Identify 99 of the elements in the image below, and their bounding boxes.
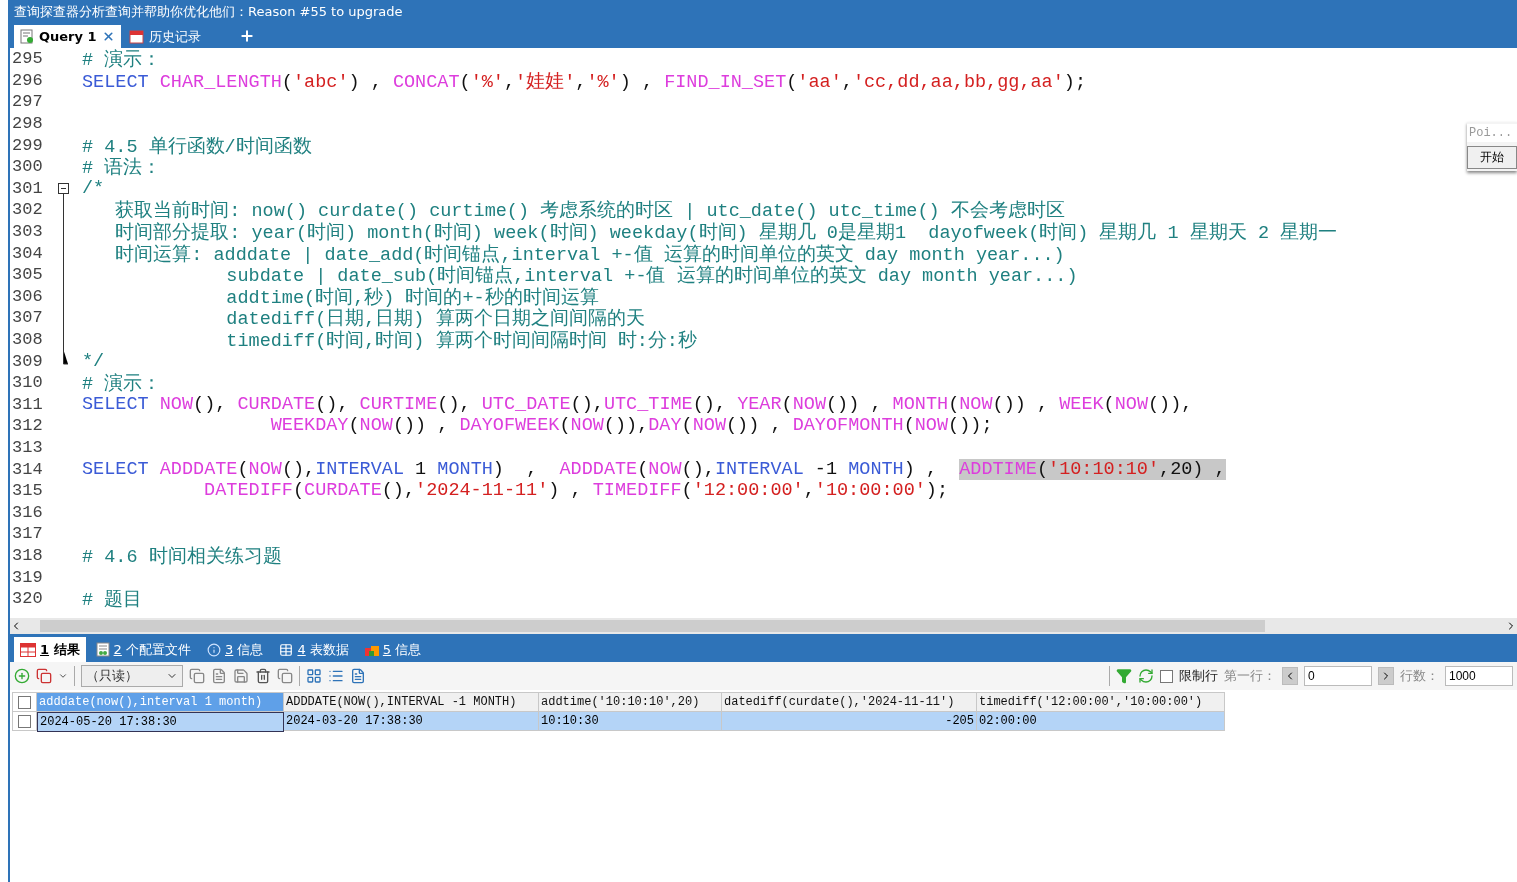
line-number: 305 bbox=[11, 265, 44, 285]
grid-view-icon bbox=[306, 668, 322, 684]
line-number: 318 bbox=[11, 545, 44, 565]
code-line: WEEKDAY(NOW()) , DAYOFWEEK(NOW()),DAY(NOW()) , DAYOFMONTH(NOW()); bbox=[269, 415, 993, 437]
caret-icon[interactable] bbox=[58, 671, 68, 681]
code-line: # 4.5 单行函数/时间函数 bbox=[82, 135, 312, 158]
rows-field[interactable]: 1000 bbox=[1445, 666, 1513, 686]
line-number: 315 bbox=[11, 481, 44, 501]
result-tab[interactable]: 5 信息 bbox=[358, 637, 428, 662]
first-row-label: 第一行： bbox=[1224, 667, 1276, 685]
table-cell: 2024-05-20 17:38:30 bbox=[37, 712, 284, 732]
line-number: 320 bbox=[11, 589, 44, 609]
result-tab[interactable]: 3 信息 bbox=[201, 637, 270, 662]
result-tab[interactable]: 2 个配置文件 bbox=[89, 637, 197, 662]
line-number: 296 bbox=[11, 70, 44, 90]
line-number: 300 bbox=[11, 157, 44, 177]
line-number: 303 bbox=[11, 222, 44, 242]
line-number: 299 bbox=[11, 135, 44, 155]
row-checkbox[interactable] bbox=[18, 714, 31, 728]
table-icon bbox=[279, 642, 294, 657]
column-header[interactable]: datediff(curdate(),'2024-11-11') bbox=[722, 692, 977, 712]
code-line: /* bbox=[82, 177, 105, 199]
add-tab-icon[interactable] bbox=[238, 28, 255, 44]
line-number: 312 bbox=[11, 416, 44, 436]
delete-icon bbox=[255, 668, 271, 684]
editor-tab[interactable]: 历史记录 bbox=[122, 25, 207, 48]
code-line: addtime(时间,秒) 时间的+-秒的时间运算 bbox=[225, 286, 599, 309]
copy-icon bbox=[189, 668, 205, 684]
line-number: 307 bbox=[11, 308, 44, 328]
column-header[interactable]: ADDDATE(NOW(),INTERVAL -1 MONTH) bbox=[284, 692, 539, 712]
code-line: subdate | date_sub(时间锚点,interval +-值 运算的时间单位的英文 day month year...) bbox=[225, 264, 1078, 288]
copy-icon bbox=[36, 668, 52, 684]
code-line: # 演示： bbox=[82, 48, 162, 72]
line-number: 297 bbox=[11, 92, 44, 112]
code-line: # 4.6 时间相关练习题 bbox=[82, 545, 282, 568]
code-line: # 语法： bbox=[82, 156, 162, 180]
line-number: 316 bbox=[11, 502, 44, 522]
code-line: SELECT ADDDATE(NOW(),INTERVAL 1 MONTH) , ADDDATE(NOW(),INTERVAL -1 MONTH) , ADDTIME('10:10:10',20) , bbox=[82, 458, 1226, 480]
line-number: 319 bbox=[11, 567, 44, 587]
table-cell: 2024-03-20 17:38:30 bbox=[284, 712, 539, 731]
line-number: 317 bbox=[11, 524, 44, 544]
result-tab[interactable]: 1 结果 bbox=[14, 637, 86, 662]
first-row-field[interactable]: 0 bbox=[1304, 666, 1372, 686]
line-number: 306 bbox=[11, 286, 44, 306]
line-number: 301 bbox=[11, 178, 44, 198]
column-header[interactable]: addtime('10:10:10',20) bbox=[539, 692, 722, 712]
code-line: DATEDIFF(CURDATE(),'2024-11-11') , TIMEDIFF('12:00:00','10:00:00'); bbox=[203, 480, 949, 502]
code-line: # 演示： bbox=[82, 372, 162, 396]
window-title: 查询探查器分析查询并帮助你优化他们：Reason #55 to upgrade bbox=[14, 3, 403, 21]
line-number: 311 bbox=[11, 394, 44, 414]
line-number: 304 bbox=[11, 243, 44, 263]
code-line: timediff(时间,时间) 算两个时间间隔时间 时:分:秒 bbox=[225, 329, 697, 352]
form-view-icon bbox=[328, 668, 344, 684]
start-button[interactable]: 开始 bbox=[1467, 146, 1517, 169]
line-number: 302 bbox=[11, 200, 44, 220]
code-line: SELECT NOW(), CURDATE(), CURTIME(), UTC_DATE(),UTC_TIME(), YEAR(NOW()) , MONTH(NOW()) , WEEK(NOW()), bbox=[82, 393, 1193, 415]
text-view-icon bbox=[350, 668, 366, 684]
limit-rows-label: 限制行 bbox=[1179, 667, 1218, 685]
document-icon bbox=[211, 668, 227, 684]
table-cell: 10:10:30 bbox=[539, 712, 722, 731]
horizontal-scrollbar[interactable] bbox=[10, 618, 1517, 634]
code-line: 时间运算: adddate | date_add(时间锚点,interval +-值 运算的时间单位的英文 day month year...) bbox=[114, 243, 1065, 266]
select-all-checkbox[interactable] bbox=[18, 695, 31, 709]
line-number: 314 bbox=[11, 459, 44, 479]
line-number: 298 bbox=[11, 114, 44, 134]
mode-dropdown[interactable]: （只读） bbox=[81, 665, 183, 687]
code-line: 获取当前时间: now() curdate() curtime() 考虑系统的时区 | utc_date() utc_time() 不会考虑时区 bbox=[114, 199, 1065, 223]
line-number: 308 bbox=[11, 330, 44, 349]
query-icon bbox=[20, 29, 34, 44]
code-line: # 题目 bbox=[82, 589, 143, 612]
limit-rows-checkbox[interactable] bbox=[1160, 669, 1173, 683]
message-icon bbox=[364, 643, 379, 656]
line-number: 309 bbox=[11, 351, 44, 371]
rows-label: 行数： bbox=[1400, 667, 1439, 685]
profile-icon bbox=[95, 642, 110, 657]
next-button[interactable] bbox=[1378, 667, 1394, 685]
refresh-icon bbox=[1138, 668, 1154, 684]
code-line: SELECT CHAR_LENGTH('abc') , CONCAT('%','娃娃','%') , FIND_IN_SET('aa','cc,dd,aa,bb,gg,aa'); bbox=[82, 70, 1087, 93]
editor-tab[interactable]: Query 1 bbox=[14, 25, 121, 48]
grid-icon bbox=[20, 642, 36, 657]
previous-button[interactable] bbox=[1282, 667, 1298, 685]
info-icon bbox=[207, 642, 221, 657]
table-cell: 02:00:00 bbox=[977, 712, 1225, 731]
add-row-icon bbox=[14, 668, 30, 684]
copy-icon bbox=[277, 668, 293, 684]
scroll-thumb[interactable] bbox=[40, 620, 1265, 632]
code-line: 时间部分提取: year(时间) month(时间) week(时间) weekday(时间) 星期几 0是星期1 dayofweek(时间) 星期几 1 星期天 2 星期一 bbox=[114, 221, 1338, 245]
result-tab[interactable]: 4 表数据 bbox=[273, 637, 355, 662]
calendar-icon bbox=[128, 29, 144, 44]
close-icon[interactable] bbox=[101, 30, 115, 43]
save-icon bbox=[233, 668, 249, 684]
column-header[interactable]: timediff('12:00:00','10:00:00') bbox=[977, 692, 1225, 712]
table-cell: -205 bbox=[722, 712, 977, 731]
line-number: 313 bbox=[11, 438, 44, 457]
line-number: 295 bbox=[11, 49, 44, 69]
code-line: */ bbox=[82, 350, 105, 372]
line-number: 310 bbox=[11, 373, 44, 393]
filter-icon bbox=[1116, 668, 1132, 684]
code-line: datediff(日期,日期) 算两个日期之间间隔的天 bbox=[225, 307, 645, 331]
